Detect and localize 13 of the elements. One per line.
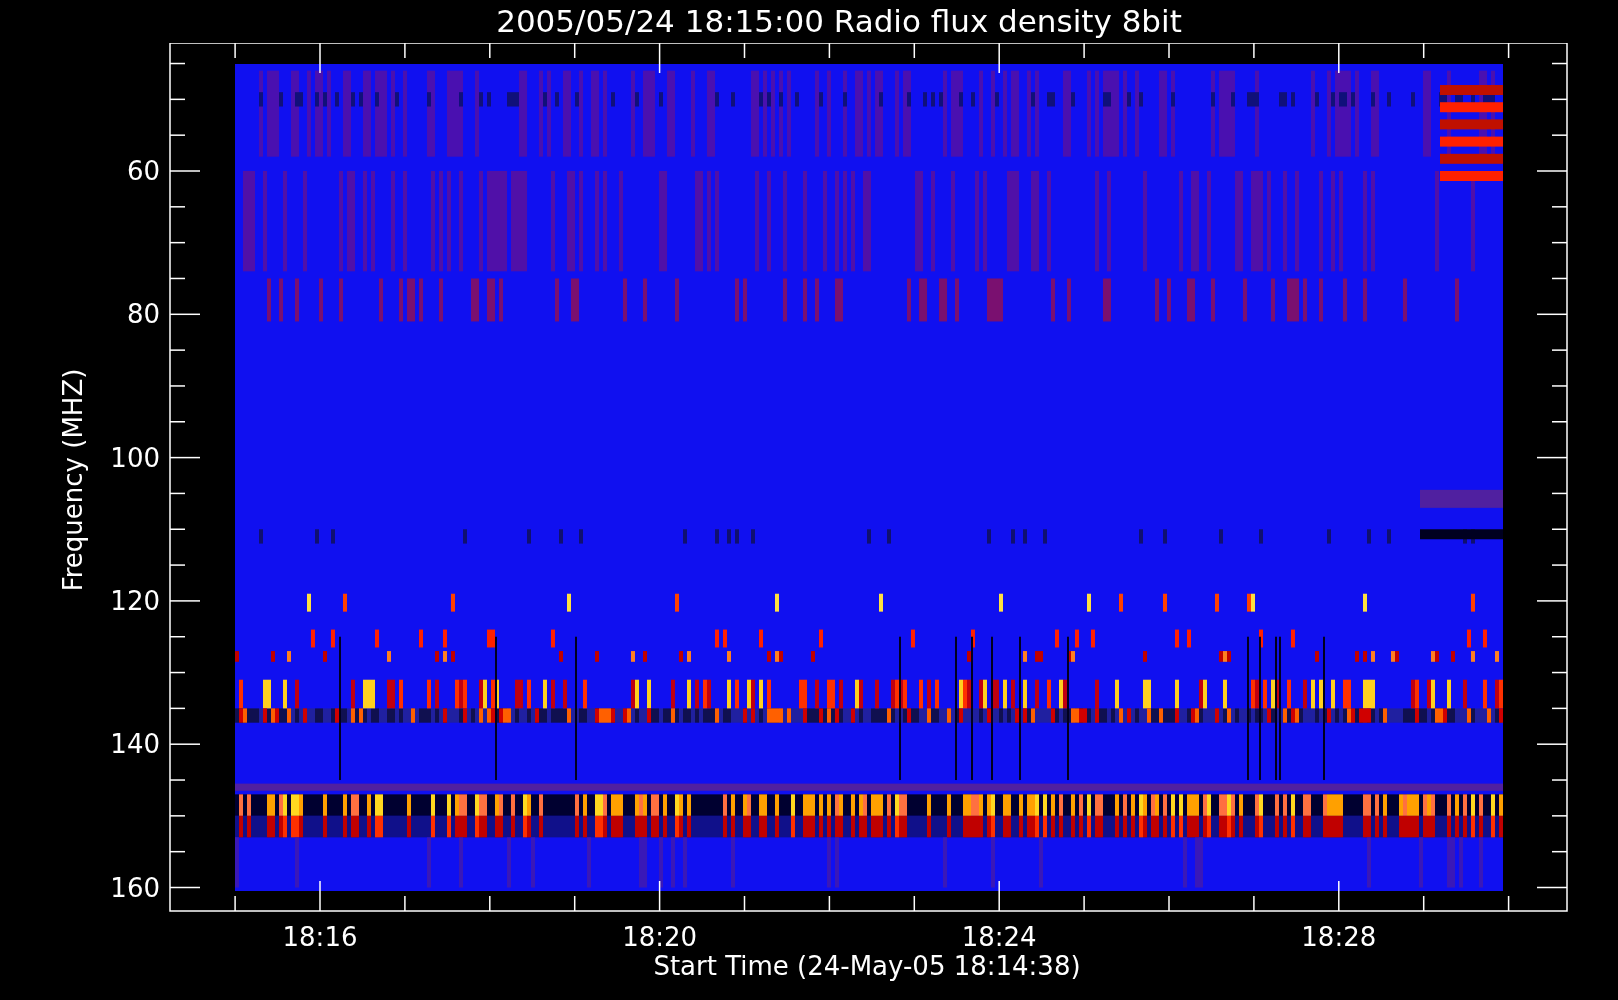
tick-label: 140	[110, 729, 160, 760]
tick-label: 80	[126, 299, 160, 330]
tick-label: 100	[110, 442, 160, 473]
tick-label: 18:28	[1301, 922, 1377, 952]
tick-label: 160	[110, 872, 160, 903]
axis-label: Start Time (24-May-05 18:14:38)	[653, 951, 1081, 981]
tick-label: 18:16	[282, 922, 358, 952]
tick-label: 18:20	[622, 922, 698, 952]
plot-title: 2005/05/24 18:15:00 Radio flux density 8bit	[496, 6, 1182, 37]
axis-label: Frequency (MHZ)	[58, 368, 88, 592]
tick-label: 120	[110, 585, 160, 616]
tick-label: 60	[126, 156, 160, 186]
tick-label: 18:24	[961, 922, 1037, 952]
